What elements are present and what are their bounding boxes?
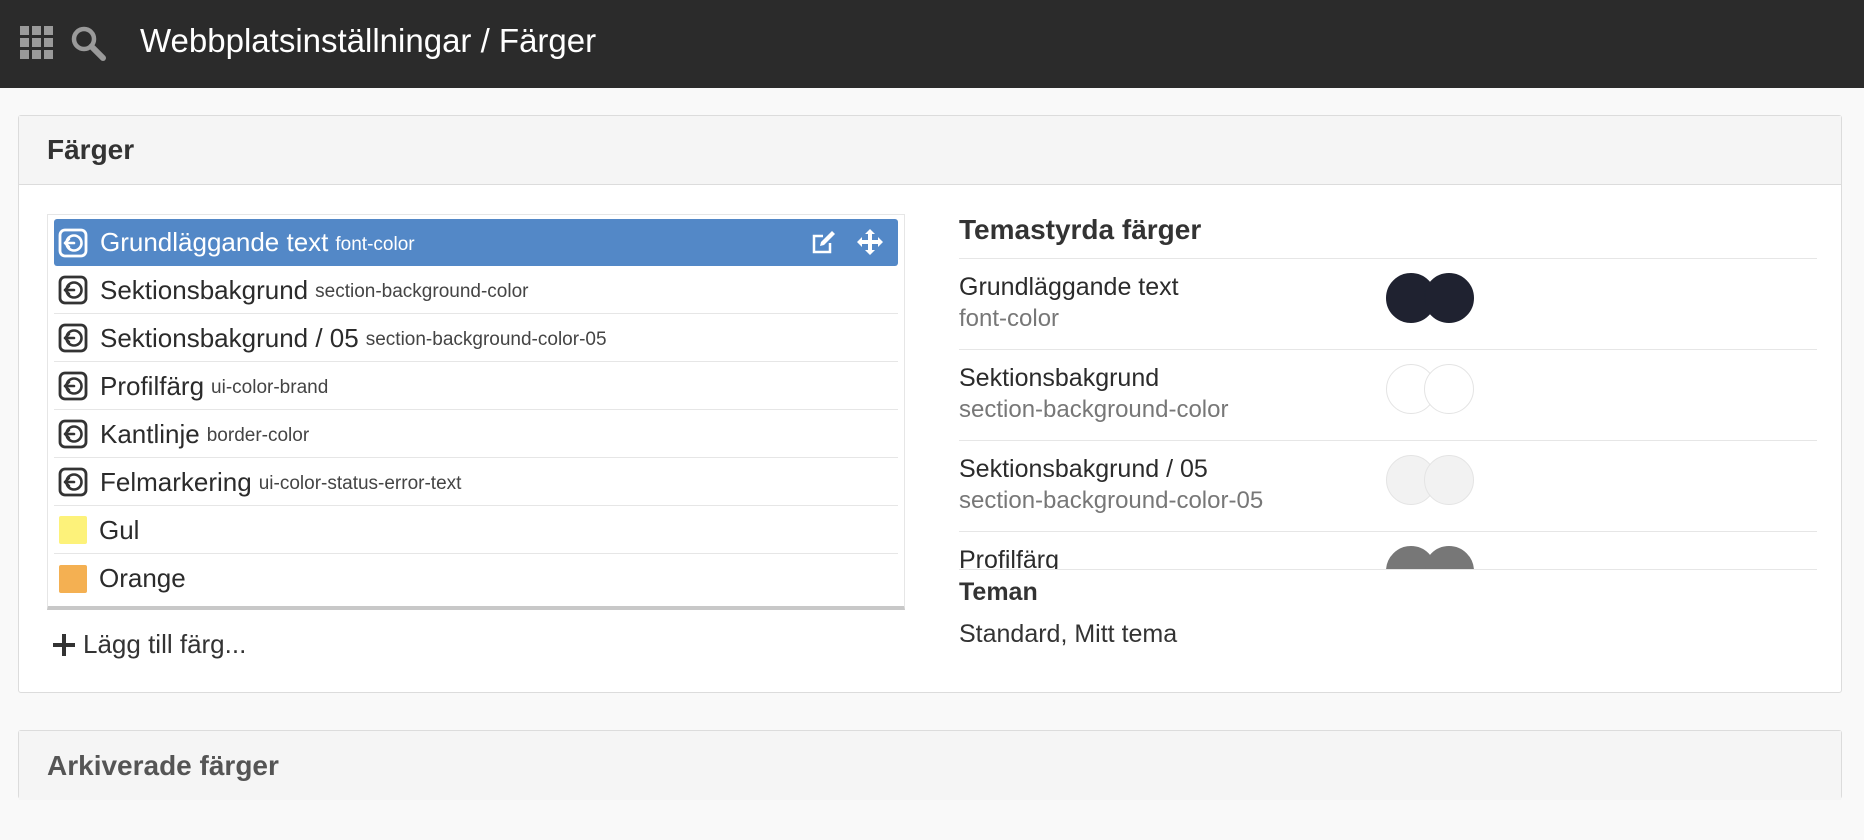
color-list: Grundläggande text font-color Sektionsba…	[47, 214, 905, 610]
theme-color-key: font-color	[959, 305, 1060, 332]
theme-color-key: section-background-color-05	[959, 487, 1264, 514]
search-icon[interactable]	[70, 25, 106, 61]
row-actions	[810, 228, 884, 256]
color-label: Kantlinje	[100, 418, 200, 449]
color-list-item-font-color[interactable]: Grundläggande text font-color	[54, 219, 898, 266]
color-label: Profilfärg	[100, 370, 205, 401]
color-key: section-background-color-05	[365, 329, 607, 350]
plus-icon	[53, 633, 75, 656]
theme-link-icon	[58, 275, 88, 305]
color-key: font-color	[335, 233, 415, 255]
color-label: Gul	[99, 514, 140, 545]
color-key: section-background-color	[315, 281, 529, 302]
theme-color-dots	[1386, 546, 1476, 569]
apps-grid-icon[interactable]	[20, 26, 54, 60]
theme-color-row: Profilfärg	[959, 532, 1817, 570]
theme-color-row: Grundläggande text font-color	[959, 259, 1817, 350]
theme-color-dots	[1386, 364, 1476, 416]
color-list-item-gul[interactable]: Gul	[54, 507, 898, 554]
theme-color-dots	[1386, 273, 1476, 325]
theme-color-name: Sektionsbakgrund	[959, 364, 1160, 392]
theme-color-dot	[1424, 364, 1474, 414]
color-swatch	[59, 516, 87, 544]
theme-link-icon	[58, 323, 88, 353]
theme-color-key: section-background-color	[959, 396, 1229, 423]
color-list-item-ui-color-status-error-text[interactable]: Felmarkering ui-color-status-error-text	[54, 459, 898, 506]
archived-colors-title: Arkiverade färger	[19, 731, 1841, 800]
colors-panel-title: Färger	[19, 116, 1841, 185]
theme-link-icon	[58, 419, 88, 449]
theme-colors-title: Temastyrda färger	[959, 214, 1202, 245]
color-label: Orange	[99, 563, 186, 593]
color-list-item-ui-color-brand[interactable]: Profilfärg ui-color-brand	[54, 363, 898, 410]
theme-color-dot	[1424, 273, 1474, 323]
themes-label: Teman	[959, 578, 1038, 606]
color-list-item-section-background-color-05[interactable]: Sektionsbakgrund / 05 section-background…	[54, 315, 898, 362]
page-title: Webbplatsinställningar / Färger	[140, 22, 597, 59]
color-label: Sektionsbakgrund	[100, 274, 309, 305]
color-list-item-section-background-color[interactable]: Sektionsbakgrund section-background-colo…	[54, 267, 898, 314]
color-swatch	[59, 564, 87, 593]
colors-panel: Färger Grundläggande text font-color Sek…	[18, 115, 1842, 693]
theme-color-name: Sektionsbakgrund / 05	[959, 455, 1208, 483]
color-key: ui-color-brand	[211, 377, 329, 398]
color-label: Felmarkering	[100, 466, 252, 497]
theme-link-icon	[58, 228, 88, 257]
add-color-label: Lägg till färg...	[83, 629, 247, 659]
color-label: Grundläggande text	[100, 227, 329, 257]
move-icon[interactable]	[856, 228, 884, 256]
theme-color-row: Sektionsbakgrund / 05 section-background…	[959, 441, 1817, 532]
theme-color-name: Grundläggande text	[959, 273, 1179, 301]
theme-color-name: Profilfärg	[959, 546, 1060, 570]
themes-value: Standard, Mitt tema	[959, 620, 1178, 648]
theme-color-dot	[1424, 546, 1474, 569]
theme-color-row: Sektionsbakgrund section-background-colo…	[959, 350, 1817, 441]
color-key: border-color	[206, 425, 310, 446]
color-list-item-border-color[interactable]: Kantlinje border-color	[54, 411, 898, 458]
color-label: Sektionsbakgrund / 05	[100, 322, 359, 353]
add-color-button[interactable]: Lägg till färg...	[53, 629, 246, 660]
color-list-item-orange[interactable]: Orange	[54, 555, 898, 602]
edit-icon[interactable]	[810, 228, 838, 256]
theme-colors-list[interactable]: Grundläggande text font-color Sektionsba…	[959, 258, 1817, 570]
archived-colors-panel[interactable]: Arkiverade färger	[18, 730, 1842, 800]
theme-link-icon	[58, 467, 88, 497]
color-key: ui-color-status-error-text	[258, 473, 462, 494]
theme-link-icon	[58, 371, 88, 401]
theme-color-dots	[1386, 455, 1476, 507]
theme-color-dot	[1424, 455, 1474, 505]
top-bar: Webbplatsinställningar / Färger	[0, 0, 1864, 88]
